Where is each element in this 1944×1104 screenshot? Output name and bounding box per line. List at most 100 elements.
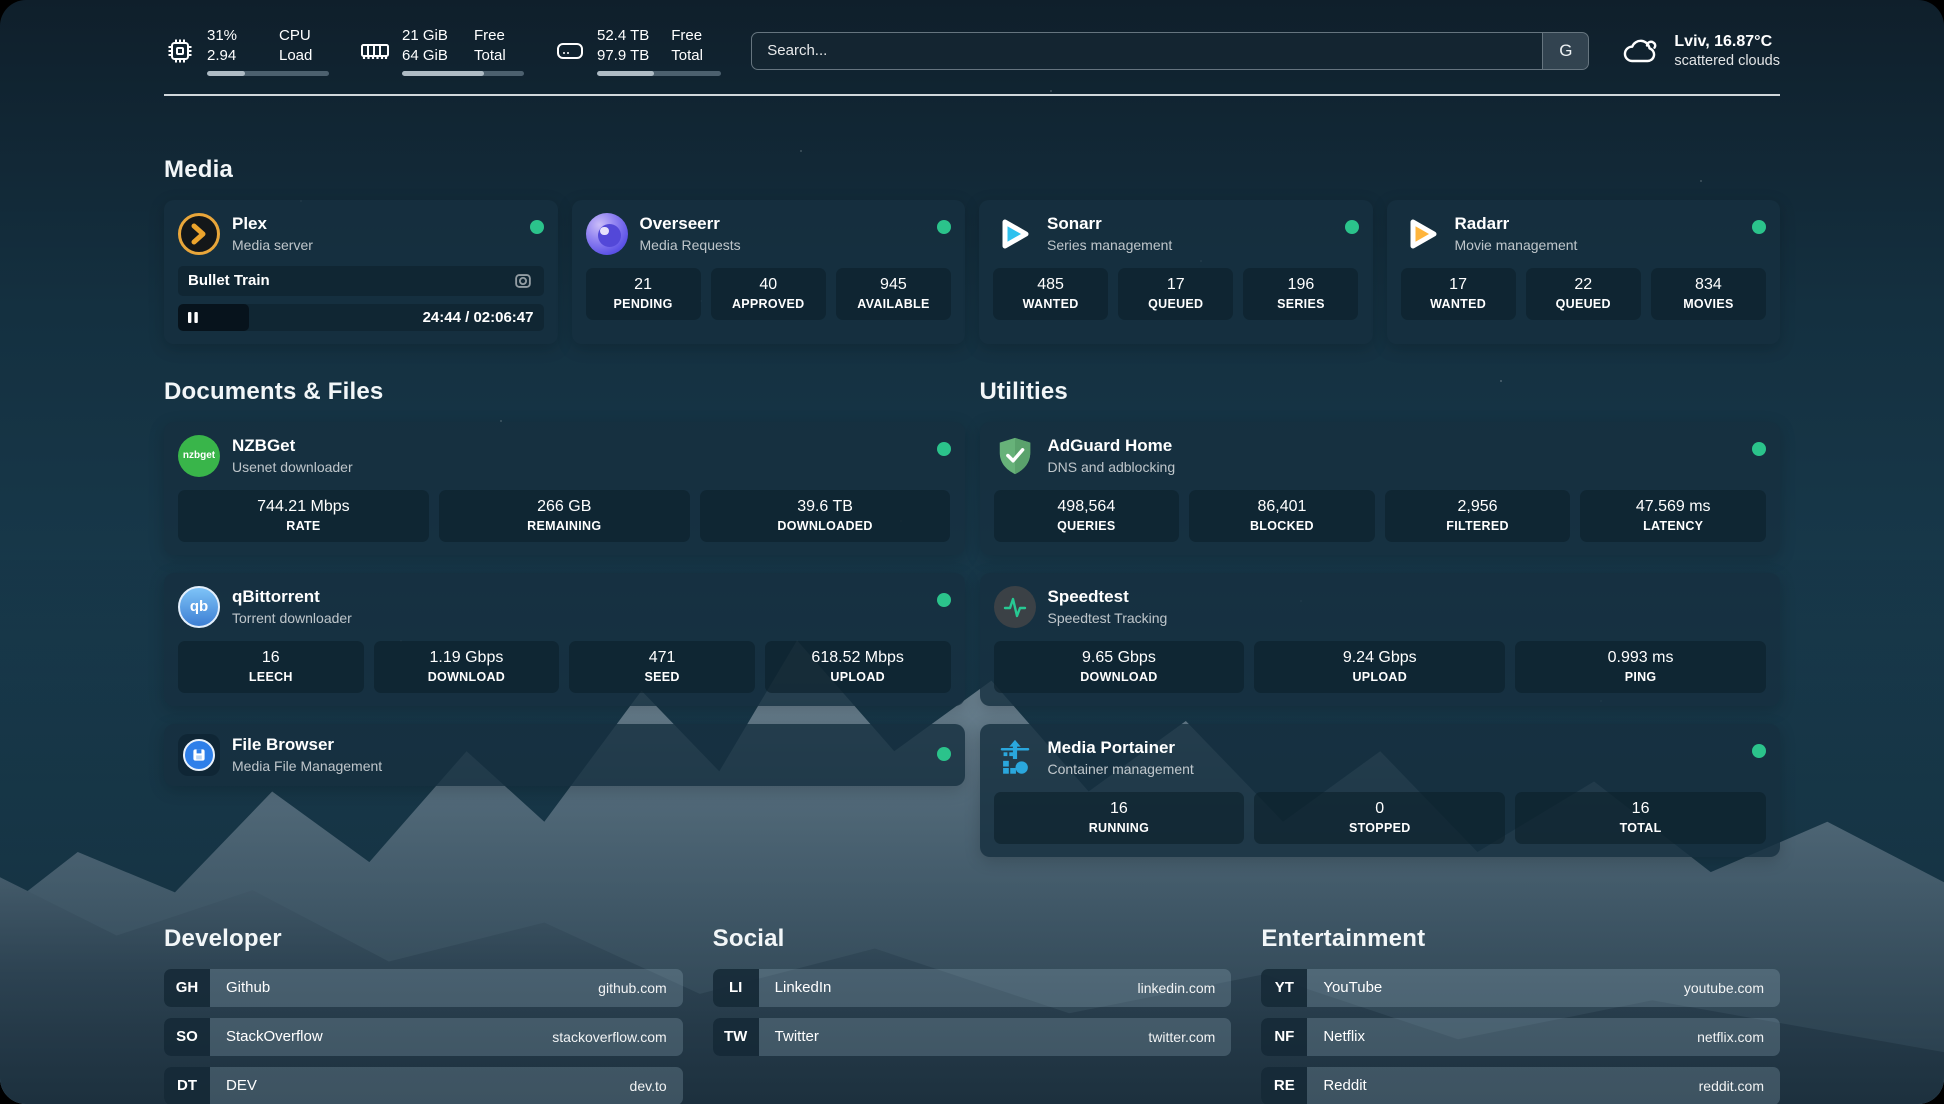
cpu-progress-bar [207,71,329,76]
stat-available: 945AVAILABLE [836,268,951,320]
bookmark-dev-to[interactable]: DT DEV dev.to [164,1067,683,1104]
bookmark-url: reddit.com [1699,1078,1780,1094]
app-name: Plex [232,214,313,234]
stat-latency: 47.569 msLATENCY [1580,490,1766,542]
system-stats: 31%2.94 CPULoad [164,26,721,76]
portainer-icon [994,737,1036,779]
stat-queued: 22QUEUED [1526,268,1641,320]
bookmark-url: youtube.com [1684,980,1780,996]
bookmark-url: dev.to [630,1078,683,1094]
weather-location: Lviv, 16.87°C [1674,33,1780,51]
app-name: Media Portainer [1048,738,1194,758]
now-playing-title: Bullet Train [188,272,270,289]
storage-progress-bar [597,71,721,76]
app-card-adguard[interactable]: AdGuard Home DNS and adblocking 498,564Q… [980,422,1781,555]
stat-remaining: 266 GBREMAINING [439,490,690,542]
bookmark-name: StackOverflow [210,1028,323,1045]
bookmark-reddit[interactable]: RE Reddit reddit.com [1261,1067,1780,1104]
stat-seed: 471SEED [569,641,755,693]
stat-queued: 17QUEUED [1118,268,1233,320]
app-card-radarr[interactable]: Radarr Movie management 17WANTED 22QUEUE… [1387,200,1781,344]
bookmark-twitter[interactable]: TW Twitter twitter.com [713,1018,1232,1056]
status-online-dot [937,220,951,234]
search-engine-button[interactable]: G [1542,33,1588,69]
section-title-media: Media [164,156,1780,184]
app-name: AdGuard Home [1048,436,1176,456]
adguard-icon [994,435,1036,477]
stat-download: 9.65 GbpsDOWNLOAD [994,641,1245,693]
app-card-qbittorrent[interactable]: qb qBittorrent Torrent downloader 16LEEC… [164,573,965,706]
app-card-nzbget[interactable]: nzbget NZBGet Usenet downloader 744.21 M… [164,422,965,555]
app-card-sonarr[interactable]: Sonarr Series management 485WANTED 17QUE… [979,200,1373,344]
nzbget-icon: nzbget [178,435,220,477]
app-name: File Browser [232,735,382,755]
pause-button[interactable] [187,311,199,324]
bookmark-abbr: DT [164,1067,210,1104]
app-desc: Container management [1048,761,1194,777]
bookmark-abbr: GH [164,969,210,1007]
bookmark-name: Twitter [759,1028,819,1045]
stat-series: 196SERIES [1243,268,1358,320]
memory-stat-widget: 21 GiB64 GiB FreeTotal [359,26,524,76]
bookmark-github[interactable]: GH Github github.com [164,969,683,1007]
section-title-utilities: Utilities [980,378,1781,406]
app-card-portainer[interactable]: Media Portainer Container management 16R… [980,724,1781,857]
status-online-dot [1752,744,1766,758]
stat-stopped: 0STOPPED [1254,792,1505,844]
utilities-column: Utilities AdGuard Home [980,378,1781,875]
memory-progress-bar [402,71,524,76]
status-online-dot [937,593,951,607]
top-bar: 31%2.94 CPULoad [164,0,1780,76]
stat-total: 16TOTAL [1515,792,1766,844]
stat-upload: 618.52 MbpsUPLOAD [765,641,951,693]
header-divider [164,94,1780,96]
stat-rate: 744.21 MbpsRATE [178,490,429,542]
qbittorrent-icon: qb [178,586,220,628]
bookmark-netflix[interactable]: NF Netflix netflix.com [1261,1018,1780,1056]
bookmark-linkedin[interactable]: LI LinkedIn linkedin.com [713,969,1232,1007]
bookmark-stackoverflow[interactable]: SO StackOverflow stackoverflow.com [164,1018,683,1056]
app-name: qBittorrent [232,587,352,607]
stat-filtered: 2,956FILTERED [1385,490,1571,542]
app-card-overseerr[interactable]: Overseerr Media Requests 21PENDING 40APP… [572,200,966,344]
disk-icon [554,35,586,67]
stat-leech: 16LEECH [178,641,364,693]
search-input[interactable] [752,33,1542,69]
bookmark-name: Reddit [1307,1077,1366,1094]
bookmark-abbr: TW [713,1018,759,1056]
ram-icon [359,35,391,67]
memory-values: 21 GiB64 GiB [402,26,452,66]
app-card-speedtest[interactable]: Speedtest Speedtest Tracking 9.65 GbpsDO… [980,573,1781,706]
status-online-dot [937,747,951,761]
app-desc: Torrent downloader [232,610,352,626]
bookmark-name: LinkedIn [759,979,832,996]
bookmark-abbr: LI [713,969,759,1007]
section-title-social: Social [713,925,1232,953]
stat-queries: 498,564QUERIES [994,490,1180,542]
bookmark-name: YouTube [1307,979,1382,996]
stat-movies: 834MOVIES [1651,268,1766,320]
status-online-dot [530,220,544,234]
stat-running: 16RUNNING [994,792,1245,844]
app-name: Sonarr [1047,214,1172,234]
social-links: Social LI LinkedIn linkedin.com TW Twitt… [713,925,1232,1104]
storage-stat-widget: 52.4 TB97.9 TB FreeTotal [554,26,721,76]
status-online-dot [1345,220,1359,234]
search-bar: G [751,32,1589,70]
app-desc: Movie management [1455,237,1578,253]
bookmark-url: twitter.com [1148,1029,1231,1045]
documents-column: Documents & Files nzbget NZBGet Usenet d… [164,378,965,875]
stat-downloaded: 39.6 TBDOWNLOADED [700,490,951,542]
stat-wanted: 485WANTED [993,268,1108,320]
filebrowser-icon [178,734,220,776]
status-online-dot [1752,442,1766,456]
app-desc: Media File Management [232,758,382,774]
app-card-filebrowser[interactable]: File Browser Media File Management [164,724,965,786]
stat-wanted: 17WANTED [1401,268,1516,320]
section-title-entertainment: Entertainment [1261,925,1780,953]
sonarr-icon [993,213,1035,255]
app-card-plex[interactable]: Plex Media server Bullet Train [164,200,558,344]
stat-ping: 0.993 msPING [1515,641,1766,693]
bookmark-youtube[interactable]: YT YouTube youtube.com [1261,969,1780,1007]
stat-blocked: 86,401BLOCKED [1189,490,1375,542]
